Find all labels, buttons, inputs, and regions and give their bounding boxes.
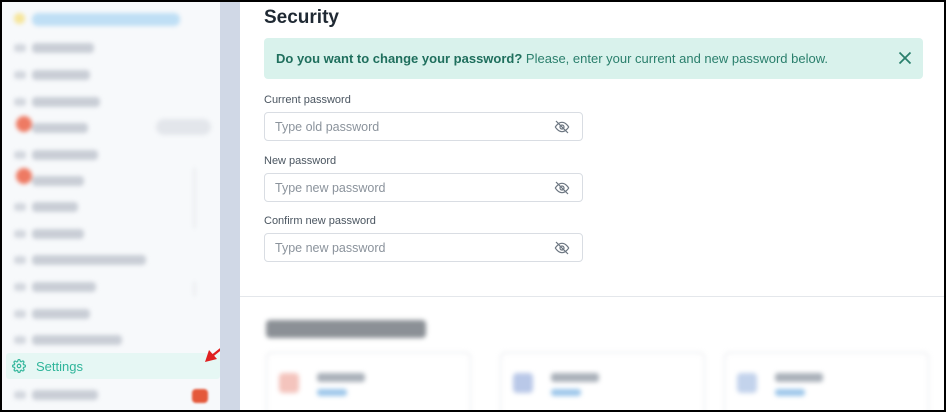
nav-icon <box>14 98 26 106</box>
alert-text: Please, enter your current and new passw… <box>522 51 828 66</box>
sidebar-item[interactable] <box>32 309 90 319</box>
nav-icon <box>14 151 26 159</box>
sidebar-pill[interactable] <box>156 119 211 135</box>
notification-badge <box>192 389 208 403</box>
sidebar-blurred-items <box>2 2 220 347</box>
sidebar-item[interactable] <box>32 202 78 212</box>
notification-badge <box>16 168 32 184</box>
nav-icon <box>14 310 26 318</box>
sidebar-divider <box>194 168 195 228</box>
eye-off-icon[interactable] <box>554 120 570 134</box>
section-heading <box>266 320 426 338</box>
sidebar-item[interactable] <box>32 335 122 345</box>
account-icon <box>279 373 299 393</box>
panel-splitter <box>220 2 240 410</box>
nav-icon <box>14 283 26 291</box>
account-card[interactable] <box>500 352 705 410</box>
account-card[interactable] <box>266 352 471 410</box>
sidebar-item[interactable] <box>32 70 90 80</box>
workspace-switcher[interactable] <box>32 13 180 26</box>
sidebar-blurred-bottom <box>2 382 220 410</box>
nav-icon <box>14 71 26 79</box>
nav-icon <box>14 44 26 52</box>
account-icon <box>737 373 757 393</box>
new-password-label: New password <box>264 155 337 167</box>
app-window: Settings Security Do you want to change … <box>2 2 944 410</box>
main-content: Security Do you want to change your pass… <box>240 2 944 410</box>
account-name <box>317 373 365 382</box>
new-password-field <box>264 173 583 202</box>
page-title: Security <box>264 7 339 28</box>
sidebar-item-settings[interactable]: Settings <box>6 353 220 379</box>
nav-icon <box>14 203 26 211</box>
sidebar-divider <box>194 282 195 296</box>
section-divider <box>240 296 944 297</box>
notification-badge <box>16 116 32 132</box>
info-alert: Do you want to change your password? Ple… <box>264 38 923 79</box>
nav-icon <box>14 391 26 399</box>
sidebar-item[interactable] <box>32 43 94 53</box>
confirm-password-label: Confirm new password <box>264 215 376 227</box>
alert-message: Do you want to change your password? Ple… <box>276 51 828 66</box>
sidebar-item[interactable] <box>32 282 96 292</box>
eye-off-icon[interactable] <box>554 181 570 195</box>
sidebar-item[interactable] <box>32 97 100 107</box>
eye-off-icon[interactable] <box>554 241 570 255</box>
sidebar-item[interactable] <box>32 390 98 400</box>
account-name <box>775 373 823 382</box>
alert-question: Do you want to change your password? <box>276 51 523 66</box>
sidebar-item-label: Settings <box>36 358 83 374</box>
sidebar: Settings <box>2 2 220 410</box>
current-password-label: Current password <box>264 94 351 106</box>
account-icon <box>513 373 533 393</box>
account-card[interactable] <box>724 352 929 410</box>
sidebar-item[interactable] <box>32 123 88 133</box>
nav-icon <box>14 256 26 264</box>
new-password-input[interactable] <box>265 174 535 201</box>
account-link[interactable] <box>317 389 347 396</box>
sidebar-item[interactable] <box>32 150 98 160</box>
sidebar-item[interactable] <box>32 229 84 239</box>
close-icon[interactable] <box>897 50 913 66</box>
confirm-password-field <box>264 233 583 262</box>
current-password-input[interactable] <box>265 113 535 140</box>
gear-icon <box>12 359 26 373</box>
account-link[interactable] <box>775 389 805 396</box>
nav-icon <box>14 336 26 344</box>
external-accounts-section-blurred <box>240 298 944 410</box>
sidebar-item[interactable] <box>32 176 84 186</box>
sidebar-item[interactable] <box>32 255 146 265</box>
nav-icon <box>14 230 26 238</box>
current-password-field <box>264 112 583 141</box>
account-name <box>551 373 599 382</box>
workspace-icon <box>14 13 25 24</box>
confirm-password-input[interactable] <box>265 234 535 261</box>
account-link[interactable] <box>551 389 581 396</box>
